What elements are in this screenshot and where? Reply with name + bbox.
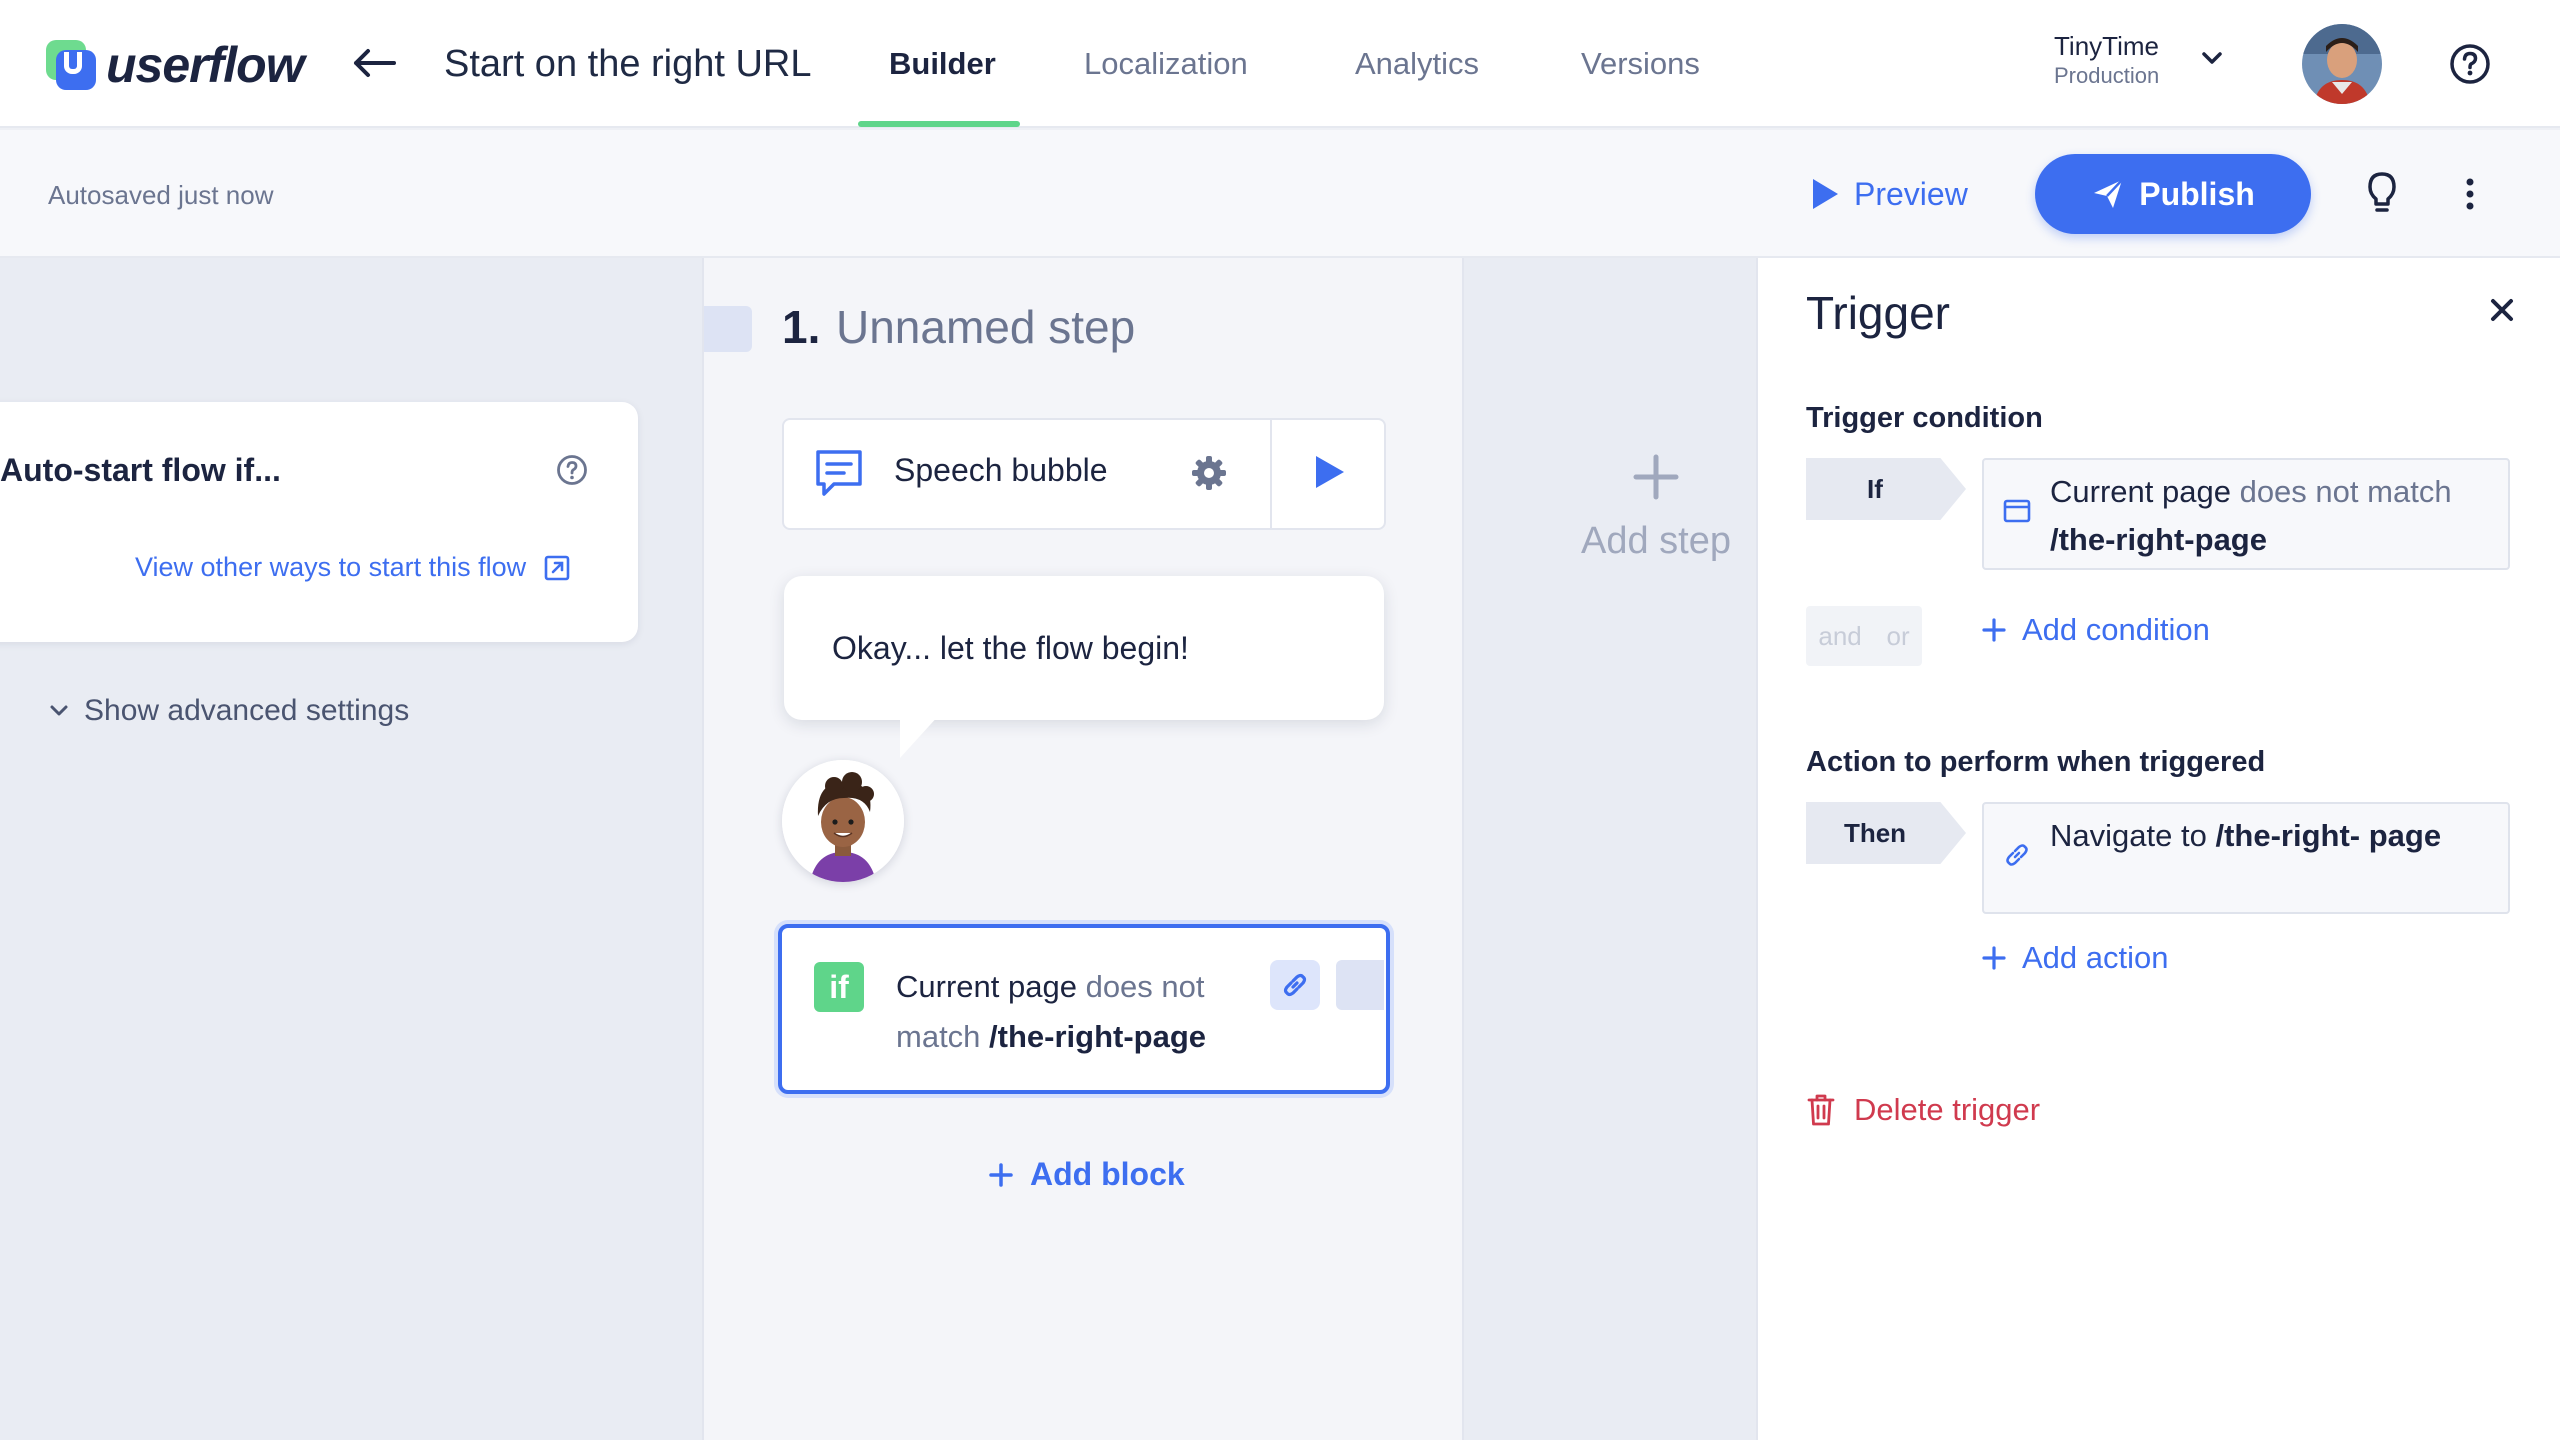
publish-label: Publish [2139,175,2255,212]
person-illustration [782,760,904,882]
other-ways-link[interactable]: View other ways to start this flow [135,552,570,583]
trigger-action-value-2: page [2368,818,2442,853]
trigger-condition-subject: Current page [2050,474,2231,509]
plus-icon [1633,454,1679,500]
speech-bubble-tail [900,714,940,758]
workspace-environment: Production [2054,63,2160,88]
autosave-status: Autosaved just now [48,180,274,210]
close-icon[interactable] [2488,296,2516,324]
condition-operator: does not [1085,969,1205,1004]
condition-subject: Current page [896,969,1077,1004]
condition-drag-handle[interactable] [1336,960,1384,1010]
trigger-condition-label: Trigger condition [1806,402,2043,434]
then-pill: Then [1806,802,1966,864]
add-step-label: Add step [1581,520,1731,562]
add-step-button[interactable]: Add step [1576,452,1736,563]
preview-label: Preview [1854,175,1968,212]
add-condition-button[interactable]: Add condition [1982,612,2210,648]
bot-avatar [782,760,904,882]
if-pill: If [1806,458,1966,520]
plus-icon [1982,946,2006,970]
help-icon[interactable] [2448,42,2492,86]
trigger-action-verb: Navigate to [2050,818,2207,853]
help-icon[interactable] [556,454,588,486]
condition-summary: Current page does not match /the-right-p… [896,962,1226,1062]
trigger-condition-value: /the-right-page [2050,522,2267,557]
add-action-button[interactable]: Add action [1982,940,2169,976]
external-link-icon [544,555,570,580]
trigger-condition-text: Current page does not match /the-right-p… [2050,468,2490,564]
add-block-button[interactable]: Add block [988,1156,1185,1193]
userflow-logo-icon [46,40,96,90]
logic-and-option[interactable]: and [1818,621,1861,652]
trigger-condition-operator: does not [2239,474,2359,509]
advanced-settings-label: Show advanced settings [84,694,410,727]
flow-title[interactable]: Start on the right URL [444,38,812,90]
chevron-down-icon [50,705,68,716]
condition-value: /the-right-page [989,1019,1207,1054]
autostart-label[interactable]: Auto-start flow if... [0,452,281,489]
step-drag-handle[interactable] [704,306,752,352]
preview-button[interactable]: Preview [1810,168,1968,220]
active-tab-indicator [858,121,1020,127]
step-number: 1. [782,301,821,353]
tab-analytics[interactable]: Analytics [1355,0,1479,128]
speech-bubble-icon [816,450,862,496]
link-icon [2006,844,2028,866]
trash-icon [1807,1094,1835,1126]
action-section-label: Action to perform when triggered [1806,746,2266,778]
speech-bubble-message[interactable]: Okay... let the flow begin! [832,630,1189,667]
add-action-label: Add action [2022,940,2169,975]
publish-button[interactable]: Publish [2035,154,2311,234]
lightbulb-icon[interactable] [2362,170,2402,218]
trigger-condition-operator-2: match [2367,474,2452,509]
workspace-name: TinyTime [2054,31,2159,61]
trigger-action-value: /the-right- [2215,818,2361,853]
tab-localization[interactable]: Localization [1084,0,1248,128]
tab-builder[interactable]: Builder [889,0,996,128]
advanced-settings-toggle[interactable]: Show advanced settings [48,694,409,728]
add-step-column [1464,258,1756,1440]
block-type-label: Speech bubble [894,452,1108,488]
condition-link-button[interactable] [1270,960,1320,1010]
trigger-condition-field[interactable]: Current page does not match /the-right-p… [1982,458,2510,570]
browser-window-icon [2003,499,2031,523]
user-photo [2302,24,2382,104]
arrow-left-icon [354,49,396,77]
autostart-card [0,402,638,642]
workspace-switcher[interactable]: TinyTime Production [2054,30,2159,90]
delete-trigger-button[interactable]: Delete trigger [1806,1092,2040,1128]
back-button[interactable] [346,38,402,88]
plus-icon [989,1162,1013,1187]
play-icon [1813,179,1838,209]
plus-icon [1982,618,2006,642]
user-avatar[interactable] [2302,24,2382,104]
more-options-icon[interactable] [2458,170,2482,218]
add-block-label: Add block [1030,1156,1185,1192]
trigger-action-field[interactable]: Navigate to /the-right- page [1982,802,2510,914]
tab-versions[interactable]: Versions [1581,0,1700,128]
step-name[interactable]: Unnamed step [836,300,1135,354]
other-ways-label: View other ways to start this flow [135,552,527,582]
chevron-down-icon[interactable] [2198,48,2226,68]
panel-title: Trigger [1806,287,1950,339]
condition-operator-2: match [896,1019,981,1054]
add-condition-label: Add condition [2022,612,2210,647]
gear-icon[interactable] [1190,454,1228,492]
trigger-action-text: Navigate to /the-right- page [2050,812,2490,860]
userflow-logo[interactable]: userflow [46,36,305,94]
if-badge: if [814,962,864,1012]
logic-or-option[interactable]: or [1886,621,1909,652]
send-icon [2094,179,2124,208]
logo-text: userflow [106,37,305,93]
logic-operator-toggle[interactable]: and or [1806,606,1922,666]
play-icon[interactable] [1306,448,1350,496]
delete-trigger-label: Delete trigger [1854,1092,2041,1127]
link-icon [1283,973,1307,997]
